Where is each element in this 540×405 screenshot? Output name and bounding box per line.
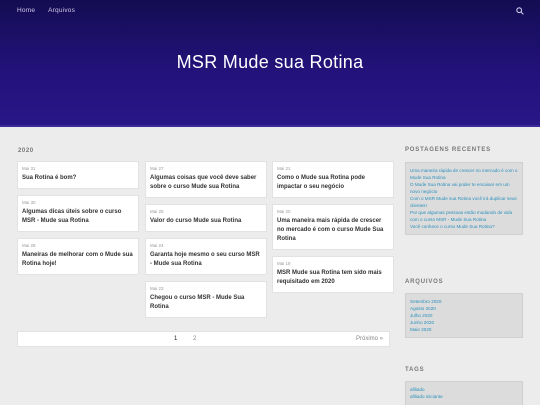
- post-title[interactable]: Maneiras de melhorar com o Mude sua Roti…: [22, 251, 134, 269]
- post-title[interactable]: Uma maneira mais rápida de crescer no me…: [277, 217, 389, 244]
- post-card[interactable]: Mai 30 Algumas dicas úteis sobre o curso…: [17, 195, 139, 232]
- post-card[interactable]: Mai 27 Algumas coisas que você deve sabe…: [145, 161, 267, 198]
- tags-heading: TAGS: [405, 367, 425, 373]
- post-title[interactable]: MSR Mude sua Rotina tem sido mais requis…: [277, 269, 389, 287]
- post-date: Mai 27: [150, 166, 164, 171]
- post-card[interactable]: Mai 21 Como o Mude sua Rotina pode impac…: [272, 161, 394, 198]
- search-icon[interactable]: [516, 7, 524, 15]
- post-date: Mai 20: [277, 209, 291, 214]
- archive-link[interactable]: Julho 2020: [410, 312, 518, 319]
- post-title[interactable]: Sua Rotina é bom?: [22, 174, 134, 183]
- archives-heading: ARQUIVOS: [405, 279, 444, 285]
- recent-posts-widget: Uma maneira rápida de crescer no mercado…: [405, 162, 523, 235]
- recent-post-link[interactable]: Com o MSR Mude sua Rotina você irá dupli…: [410, 195, 518, 209]
- post-date: Mai 30: [22, 200, 36, 205]
- post-title[interactable]: Como o Mude sua Rotina pode impactar o s…: [277, 174, 389, 192]
- post-date: Mai 21: [277, 166, 291, 171]
- page-2-link[interactable]: 2: [193, 336, 196, 342]
- archive-link[interactable]: Agosto 2020: [410, 305, 518, 312]
- post-card[interactable]: Mai 19 MSR Mude sua Rotina tem sido mais…: [272, 256, 394, 293]
- recent-posts-heading: POSTAGENS RECENTES: [405, 147, 491, 153]
- recent-post-link[interactable]: Você conhece o curso Mude Sua Rotina?: [410, 223, 518, 230]
- post-title[interactable]: Algumas dicas úteis sobre o curso MSR - …: [22, 208, 134, 226]
- post-date: Mai 23: [150, 286, 164, 291]
- site-header: Home Arquivos MSR Mude sua Rotina: [0, 0, 540, 127]
- nav-home[interactable]: Home: [17, 7, 35, 14]
- post-column-2: Mai 27 Algumas coisas que você deve sabe…: [145, 161, 267, 318]
- post-card[interactable]: Mai 25 Valor do curso Mude sua Rotina: [145, 204, 267, 232]
- post-card[interactable]: Mai 23 Chegou o curso MSR - Mude Sua Rot…: [145, 281, 267, 318]
- post-date: Mai 19: [277, 261, 291, 266]
- post-date: Mai 25: [150, 209, 164, 214]
- post-title[interactable]: Algumas coisas que você deve saber sobre…: [150, 174, 262, 192]
- post-date: Mai 28: [22, 243, 36, 248]
- post-title[interactable]: Garanta hoje mesmo o seu curso MSR - Mud…: [150, 251, 262, 269]
- post-card[interactable]: Mai 24 Garanta hoje mesmo o seu curso MS…: [145, 238, 267, 275]
- tag-link[interactable]: afiliado: [410, 386, 518, 393]
- archive-link[interactable]: Setembro 2020: [410, 298, 518, 305]
- post-column-3: Mai 21 Como o Mude sua Rotina pode impac…: [272, 161, 394, 293]
- archive-link[interactable]: Maio 2020: [410, 326, 518, 333]
- post-title[interactable]: Chegou o curso MSR - Mude Sua Rotina: [150, 294, 262, 312]
- site-title[interactable]: MSR Mude sua Rotina: [0, 52, 540, 73]
- tag-link[interactable]: afiliado iniciante: [410, 393, 518, 400]
- post-column-1: Mai 31 Sua Rotina é bom? Mai 30 Algumas …: [17, 161, 139, 275]
- recent-post-link[interactable]: O Mude Sua Rotina vai poder te encaixar …: [410, 181, 518, 195]
- archive-year: 2020: [18, 148, 34, 154]
- nav-arquivos[interactable]: Arquivos: [48, 7, 75, 14]
- archives-widget: Setembro 2020 Agosto 2020 Julho 2020 Jun…: [405, 293, 523, 338]
- post-card[interactable]: Mai 28 Maneiras de melhorar com o Mude s…: [17, 238, 139, 275]
- next-page-link[interactable]: Próximo »: [356, 336, 383, 342]
- top-nav: Home Arquivos: [17, 7, 75, 14]
- pagination: 1 2 Próximo »: [17, 331, 390, 347]
- page-1-link[interactable]: 1: [174, 336, 177, 342]
- post-card[interactable]: Mai 20 Uma maneira mais rápida de cresce…: [272, 204, 394, 250]
- archive-link[interactable]: Junho 2020: [410, 319, 518, 326]
- post-date: Mai 31: [22, 166, 36, 171]
- post-date: Mai 24: [150, 243, 164, 248]
- post-title[interactable]: Valor do curso Mude sua Rotina: [150, 217, 262, 226]
- recent-post-link[interactable]: Por que algumas pessoas estão mudando de…: [410, 209, 518, 223]
- recent-post-link[interactable]: Uma maneira rápida de crescer no mercado…: [410, 167, 518, 181]
- tags-widget: afiliado afiliado iniciante: [405, 381, 523, 405]
- post-card[interactable]: Mai 31 Sua Rotina é bom?: [17, 161, 139, 189]
